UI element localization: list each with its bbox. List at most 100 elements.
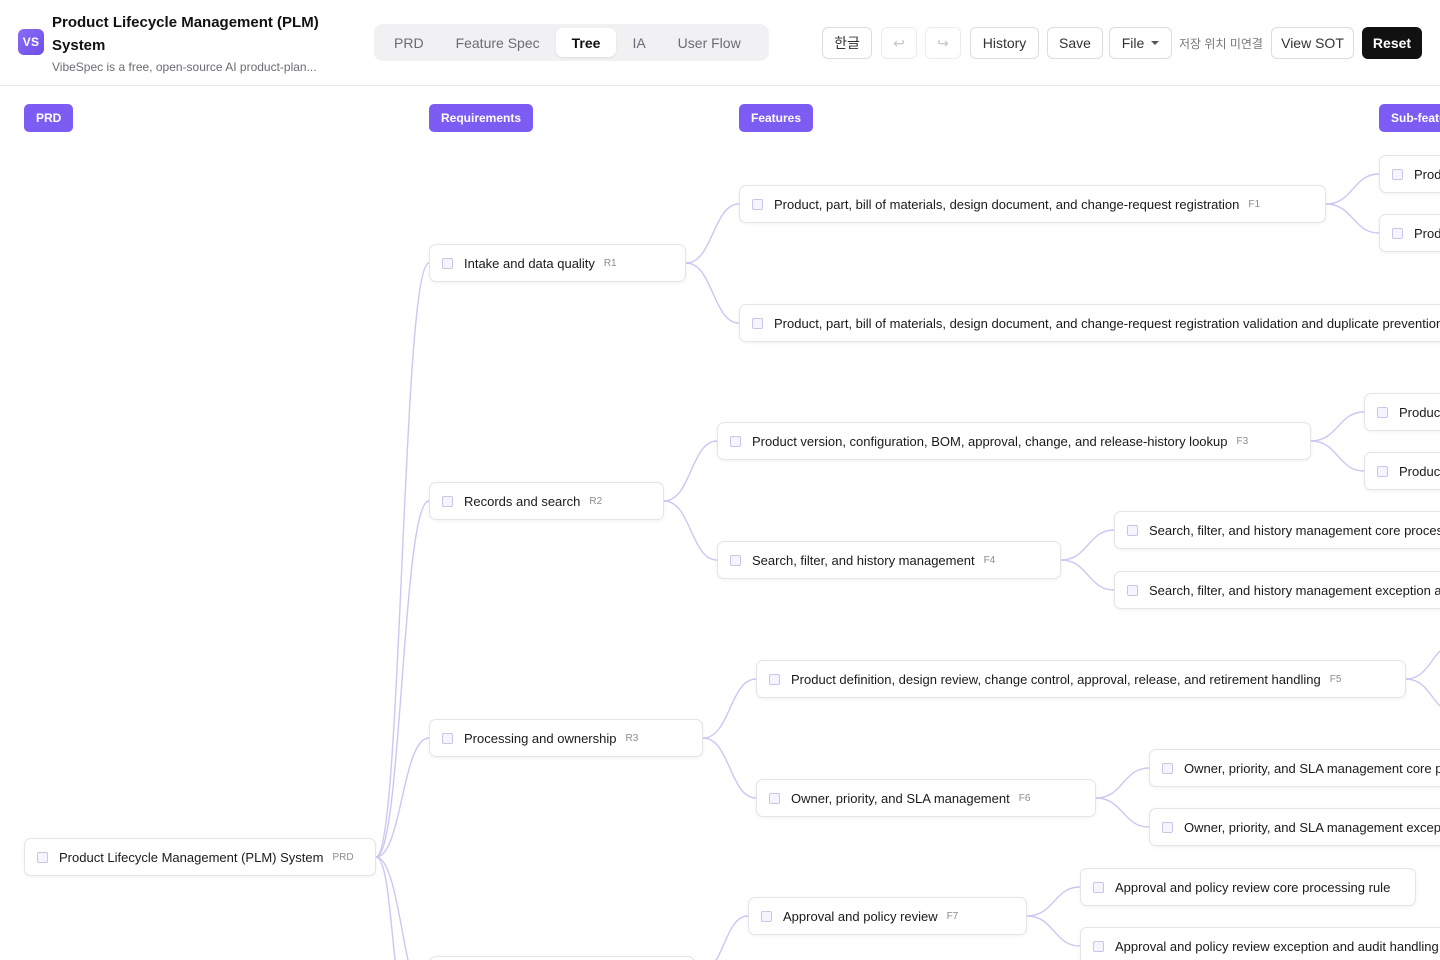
- tree-node-prd[interactable]: Product Lifecycle Management (PLM) Syste…: [24, 838, 376, 876]
- node-label: Approval and policy review: [783, 908, 938, 924]
- tree-node-subfeature[interactable]: Product version, configuration, BOM, app…: [1364, 393, 1440, 431]
- node-checkbox[interactable]: [1093, 881, 1104, 893]
- view-sot-button[interactable]: View SOT: [1271, 27, 1354, 59]
- tree-node-feature[interactable]: Owner, priority, and SLA management F6: [756, 779, 1096, 817]
- tree-node-feature[interactable]: Product version, configuration, BOM, app…: [717, 422, 1311, 460]
- reset-button[interactable]: Reset: [1362, 27, 1422, 59]
- link-f4-s6: [1060, 559, 1115, 591]
- node-checkbox[interactable]: [752, 198, 763, 210]
- link-root-r1: [375, 262, 430, 858]
- tree-node-requirement[interactable]: Intake and data quality R1: [429, 244, 686, 282]
- link-r2-f3: [663, 440, 718, 502]
- tree-node-requirement[interactable]: Processing and ownership R3: [429, 719, 703, 757]
- tree-node-subfeature[interactable]: Product version, configuration, BOM, app…: [1364, 452, 1440, 490]
- link-root-r4: [375, 856, 396, 960]
- file-menu-button[interactable]: File: [1109, 27, 1172, 59]
- tree-node-requirement[interactable]: Records and search R2: [429, 482, 664, 520]
- node-label: Product version, configuration, BOM, app…: [1399, 404, 1440, 420]
- tab-feature-spec[interactable]: Feature Spec: [440, 28, 556, 57]
- node-label: Product, part, bill of materials, design…: [1414, 166, 1440, 182]
- tree-node-feature[interactable]: Product definition, design review, chang…: [756, 660, 1406, 698]
- tab-user-flow[interactable]: User Flow: [662, 28, 757, 57]
- tree-node-subfeature[interactable]: Search, filter, and history management e…: [1114, 571, 1440, 609]
- node-checkbox[interactable]: [1377, 465, 1388, 477]
- link-r4-f7: [715, 915, 749, 960]
- node-code: F1: [1248, 198, 1261, 210]
- node-checkbox[interactable]: [37, 851, 48, 863]
- node-label: Product version, configuration, BOM, app…: [1399, 463, 1440, 479]
- node-checkbox[interactable]: [442, 495, 453, 507]
- node-label: Product, part, bill of materials, design…: [774, 315, 1440, 331]
- node-code: PRD: [332, 851, 354, 863]
- link-f3-s3: [1310, 411, 1365, 442]
- tree-node-subfeature[interactable]: Approval and policy review exception and…: [1080, 927, 1440, 960]
- link-f3-s4: [1310, 440, 1365, 472]
- tree-node-subfeature[interactable]: Owner, priority, and SLA management exce…: [1149, 808, 1440, 846]
- column-label-subfeatures: Sub-features: [1379, 104, 1440, 132]
- node-checkbox[interactable]: [769, 673, 780, 685]
- node-label: Product, part, bill of materials, design…: [1414, 225, 1440, 241]
- save-button[interactable]: Save: [1047, 27, 1103, 59]
- node-checkbox[interactable]: [1162, 821, 1173, 833]
- node-label: Owner, priority, and SLA management core…: [1184, 760, 1440, 776]
- tree-node-feature[interactable]: Product, part, bill of materials, design…: [739, 185, 1326, 223]
- node-code: F4: [983, 554, 996, 566]
- app-header: VS Product Lifecycle Management (PLM) Sy…: [0, 0, 1440, 86]
- node-checkbox[interactable]: [1093, 940, 1104, 952]
- node-checkbox[interactable]: [730, 435, 741, 447]
- node-checkbox[interactable]: [1127, 524, 1138, 536]
- app-title: Product Lifecycle Management (PLM) Syste…: [52, 14, 319, 54]
- link-r3-f5: [702, 678, 757, 739]
- column-label-prd: PRD: [24, 104, 74, 132]
- tree-node-subfeature[interactable]: Search, filter, and history management c…: [1114, 511, 1440, 549]
- node-checkbox[interactable]: [769, 792, 780, 804]
- tree-node-subfeature[interactable]: Product, part, bill of materials, design…: [1379, 155, 1440, 193]
- link-r1-f1: [685, 203, 740, 264]
- node-label: Search, filter, and history management c…: [1149, 522, 1440, 538]
- node-label: Intake and data quality: [464, 255, 595, 271]
- node-checkbox[interactable]: [1162, 762, 1173, 774]
- tab-tree[interactable]: Tree: [555, 28, 617, 57]
- node-label: Processing and ownership: [464, 730, 617, 746]
- link-f7-s10: [1026, 915, 1081, 947]
- history-button[interactable]: History: [970, 27, 1039, 59]
- link-f5-s-b: [1405, 678, 1440, 707]
- link-r3-f6: [702, 737, 757, 799]
- tree-node-feature[interactable]: Search, filter, and history management F…: [717, 541, 1061, 579]
- tree-node-feature[interactable]: Approval and policy review F7: [748, 897, 1027, 935]
- redo-icon[interactable]: ↪: [925, 27, 961, 59]
- app-logo: VS: [18, 29, 44, 55]
- node-label: Approval and policy review core processi…: [1115, 879, 1391, 895]
- node-label: Product Lifecycle Management (PLM) Syste…: [59, 849, 324, 865]
- node-code: F7: [946, 910, 959, 922]
- link-f5-s-a: [1405, 650, 1440, 680]
- tree-node-subfeature[interactable]: Owner, priority, and SLA management core…: [1149, 749, 1440, 787]
- undo-icon[interactable]: ↩: [881, 27, 917, 59]
- file-menu-label: File: [1121, 35, 1145, 51]
- column-label-features: Features: [739, 104, 814, 132]
- node-checkbox[interactable]: [442, 257, 453, 269]
- node-checkbox[interactable]: [761, 910, 772, 922]
- node-code: F5: [1329, 673, 1342, 685]
- link-f4-s5: [1060, 529, 1115, 561]
- link-r2-f4: [663, 500, 718, 561]
- link-root-r3: [375, 737, 430, 858]
- tree-canvas[interactable]: PRD Requirements Features Sub-features P…: [0, 86, 1440, 960]
- tab-prd[interactable]: PRD: [378, 28, 440, 57]
- tree-node-subfeature[interactable]: Approval and policy review core processi…: [1080, 868, 1416, 906]
- node-checkbox[interactable]: [1392, 168, 1403, 180]
- node-checkbox[interactable]: [1127, 584, 1138, 596]
- node-label: Search, filter, and history management e…: [1149, 582, 1440, 598]
- node-checkbox[interactable]: [1377, 406, 1388, 418]
- node-checkbox[interactable]: [730, 554, 741, 566]
- node-checkbox[interactable]: [442, 732, 453, 744]
- tree-node-feature[interactable]: Product, part, bill of materials, design…: [739, 304, 1440, 342]
- link-f7-s9: [1026, 886, 1081, 917]
- tab-ia[interactable]: IA: [616, 28, 661, 57]
- tree-node-subfeature[interactable]: Product, part, bill of materials, design…: [1379, 214, 1440, 252]
- language-toggle-button[interactable]: 한글: [822, 27, 872, 59]
- tree-node-requirement[interactable]: [429, 956, 695, 960]
- node-checkbox[interactable]: [752, 317, 763, 329]
- node-label: Owner, priority, and SLA management exce…: [1184, 819, 1440, 835]
- node-checkbox[interactable]: [1392, 227, 1403, 239]
